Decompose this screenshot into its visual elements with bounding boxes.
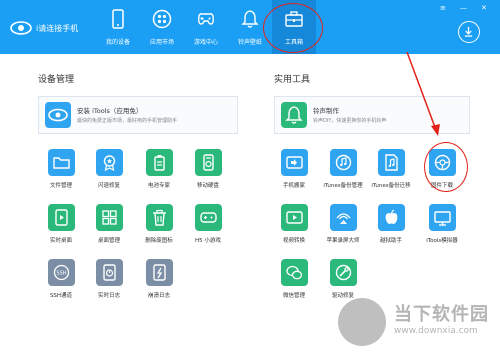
device-mgmt-title: 设备管理 bbox=[38, 75, 75, 85]
close-button[interactable]: ✕ bbox=[481, 4, 487, 12]
banner-subtitle: 铃声DIY，快速更换你的手机铃声 bbox=[313, 118, 387, 124]
desktop-grid-icon bbox=[102, 210, 117, 225]
tool-crash-log[interactable]: 崩溃日志 bbox=[129, 259, 189, 309]
menu-button[interactable]: ≡ bbox=[440, 4, 446, 12]
nav-game-center[interactable]: 游戏中心 bbox=[184, 0, 228, 54]
video-icon bbox=[286, 211, 303, 224]
tool-h5-games[interactable]: H5 小游戏 bbox=[178, 204, 238, 254]
minimize-button[interactable]: — bbox=[460, 4, 467, 12]
banner-title: 安装 iTools（应用免） bbox=[77, 107, 143, 115]
apple-icon bbox=[385, 209, 398, 224]
itunes-icon bbox=[335, 154, 352, 171]
itools-logo-icon bbox=[45, 102, 71, 128]
tool-label: 崩溃日志 bbox=[147, 293, 170, 299]
folder-icon bbox=[53, 157, 70, 169]
tool-firmware-download[interactable]: 固件下载 bbox=[412, 149, 472, 199]
tool-label: 固件下载 bbox=[430, 183, 453, 189]
download-button[interactable] bbox=[458, 21, 480, 43]
airplay-icon bbox=[336, 213, 351, 224]
top-bar: i请连接手机 我的设备 应用市场 游戏中心 铃声壁纸 工具箱 ≡ — ✕ bbox=[0, 0, 500, 54]
watermark-name: 当下软件园 bbox=[394, 304, 489, 325]
tool-label: iTools模拟器 bbox=[426, 238, 458, 244]
bell-icon bbox=[241, 10, 259, 28]
ssh-icon: SSH bbox=[53, 264, 70, 281]
repair-icon bbox=[335, 264, 352, 281]
main-nav: 我的设备 应用市场 游戏中心 铃声壁纸 工具箱 bbox=[96, 0, 316, 54]
app-market-icon bbox=[152, 9, 172, 29]
banner-title: 铃声制作 bbox=[313, 107, 339, 115]
play-screen-icon bbox=[55, 209, 68, 226]
svg-text:SSH: SSH bbox=[56, 271, 66, 277]
phone-icon bbox=[112, 9, 124, 29]
nav-label: 应用市场 bbox=[149, 39, 174, 46]
log-icon bbox=[103, 264, 116, 281]
trash-icon bbox=[153, 209, 166, 226]
nav-label: 游戏中心 bbox=[193, 39, 218, 46]
nav-my-device[interactable]: 我的设备 bbox=[96, 0, 140, 54]
watermark-logo-icon bbox=[338, 298, 386, 346]
badge-icon bbox=[103, 155, 116, 171]
game-icon bbox=[200, 212, 217, 223]
simulator-icon bbox=[434, 211, 451, 226]
tool-itools-simulator[interactable]: iTools模拟器 bbox=[412, 204, 472, 254]
usb-drive-icon bbox=[203, 154, 214, 171]
nav-label: 我的设备 bbox=[105, 39, 130, 46]
gamepad-icon bbox=[198, 13, 214, 25]
app-logo-icon bbox=[10, 21, 32, 35]
tool-label: H5 小游戏 bbox=[195, 238, 221, 244]
nav-toolbox[interactable]: 工具箱 bbox=[272, 0, 316, 54]
wechat-icon bbox=[286, 265, 303, 280]
brand: i请连接手机 bbox=[10, 21, 78, 35]
download-icon bbox=[464, 26, 473, 37]
crash-icon bbox=[153, 264, 166, 281]
toolbox-icon bbox=[285, 11, 303, 27]
itools-install-banner[interactable]: 安装 iTools（应用免） 最快的免费正版市场，最好用的手机管理助手 bbox=[38, 96, 238, 134]
ringtone-bell-icon bbox=[281, 102, 307, 128]
nav-app-market[interactable]: 应用市场 bbox=[140, 0, 184, 54]
nav-label: 工具箱 bbox=[284, 39, 303, 46]
watermark-url: www.downxia.com bbox=[394, 326, 478, 336]
utilities-title: 实用工具 bbox=[274, 75, 311, 85]
watermark: 当下软件园 www.downxia.com bbox=[338, 294, 498, 350]
nav-label: 铃声壁纸 bbox=[237, 39, 262, 46]
phone-transfer-icon bbox=[286, 156, 303, 169]
tool-label: 移动硬盘 bbox=[196, 183, 219, 189]
tool-mobile-drive[interactable]: 移动硬盘 bbox=[178, 149, 238, 199]
firmware-icon bbox=[434, 154, 451, 171]
app-name: i请连接手机 bbox=[36, 23, 79, 33]
music-file-icon bbox=[385, 154, 398, 171]
nav-ringtone-wallpaper[interactable]: 铃声壁纸 bbox=[228, 0, 272, 54]
battery-icon bbox=[154, 155, 165, 171]
banner-subtitle: 最快的免费正版市场，最好用的手机管理助手 bbox=[77, 118, 178, 124]
ringtone-maker-banner[interactable]: 铃声制作 铃声DIY，快速更换你的手机铃声 bbox=[274, 96, 470, 134]
